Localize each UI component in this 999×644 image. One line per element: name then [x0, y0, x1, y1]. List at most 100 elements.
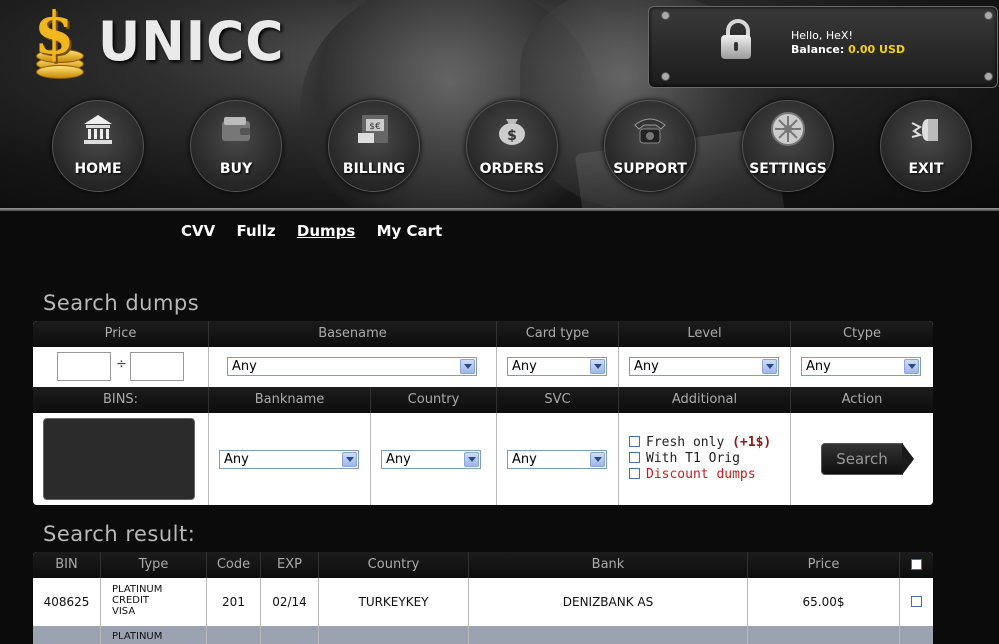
col-country: Country: [319, 552, 469, 578]
t1-orig-checkbox[interactable]: [629, 452, 640, 463]
ctype-cell: Any: [791, 347, 933, 387]
cell-exp: [261, 626, 319, 644]
card-type-cell: Any: [497, 347, 619, 387]
cell-bank: DENIZBANK AS: [469, 578, 748, 626]
results-title: Search result:: [43, 522, 196, 546]
price-min-input[interactable]: [57, 352, 111, 381]
cell-country: TURKEYKEY: [319, 578, 469, 626]
header-country: Country: [371, 387, 497, 413]
option-fresh-only: Fresh only (+1$): [629, 435, 771, 451]
nav-settings[interactable]: SETTINGS: [742, 100, 834, 192]
cell-code: [207, 626, 261, 644]
vault-dial-icon: [771, 112, 805, 146]
svc-value: Any: [512, 452, 537, 467]
cell-exp: 02/14: [261, 578, 319, 626]
cell-bin: [33, 626, 101, 644]
additional-cell: Fresh only (+1$) With T1 Orig Discount d…: [619, 413, 791, 505]
cell-price: [748, 626, 900, 644]
nav-buy[interactable]: BUY: [190, 100, 282, 192]
col-price: Price: [748, 552, 900, 578]
brand-name: UNICC: [98, 10, 285, 74]
discount-label: Discount dumps: [646, 467, 756, 482]
telephone-icon: [634, 118, 666, 144]
basename-select[interactable]: Any: [227, 357, 477, 376]
logo[interactable]: $ UNICC: [30, 0, 285, 79]
cell-bin: 408625: [33, 578, 101, 626]
row-checkbox[interactable]: [911, 596, 922, 607]
bankname-select[interactable]: Any: [219, 450, 359, 469]
level-select[interactable]: Any: [629, 357, 779, 376]
header-price: Price: [33, 321, 209, 347]
search-form: Price Basename Card type Level Ctype ÷ A…: [33, 321, 933, 505]
header-bankname: Bankname: [209, 387, 371, 413]
nav-billing[interactable]: $€ BILLING: [328, 100, 420, 192]
country-value: Any: [386, 452, 411, 467]
cell-country: [319, 626, 469, 644]
chevron-down-icon: [460, 359, 475, 374]
action-cell: Search: [791, 413, 933, 505]
user-panel: Hello, HeX! Balance: 0.00 USD: [648, 6, 998, 88]
level-value: Any: [634, 359, 659, 374]
col-type: Type: [101, 552, 207, 578]
cell-type: PLATINUM CREDIT VISA: [101, 578, 207, 626]
atm-icon: $€: [358, 115, 388, 143]
ctype-select[interactable]: Any: [801, 357, 921, 376]
balance-value: 0.00 USD: [848, 43, 906, 56]
t1-orig-label: With T1 Orig: [646, 451, 740, 466]
country-select[interactable]: Any: [381, 450, 481, 469]
col-select: [900, 552, 933, 578]
cell-bank: [469, 626, 748, 644]
bins-textarea[interactable]: [43, 418, 195, 500]
chevron-down-icon: [590, 452, 605, 467]
header-bins: BINS:: [33, 387, 209, 413]
card-type-select[interactable]: Any: [507, 357, 607, 376]
col-exp: EXP: [261, 552, 319, 578]
subnav-dumps[interactable]: Dumps: [297, 222, 355, 240]
balance: Balance: 0.00 USD: [791, 43, 905, 56]
option-discount: Discount dumps: [629, 467, 771, 483]
fresh-only-checkbox[interactable]: [629, 436, 640, 447]
money-bag-icon: $: [499, 119, 525, 145]
header-action: Action: [791, 387, 933, 413]
col-bank: Bank: [469, 552, 748, 578]
discount-checkbox[interactable]: [629, 468, 640, 479]
subnav-my-cart[interactable]: My Cart: [377, 222, 443, 240]
ctype-value: Any: [806, 359, 831, 374]
header-card-type: Card type: [497, 321, 619, 347]
svg-text:$€: $€: [369, 122, 381, 132]
select-all-checkbox[interactable]: [911, 559, 922, 570]
subnav-fullz[interactable]: Fullz: [236, 222, 275, 240]
sub-nav: CVV Fullz Dumps My Cart: [181, 222, 458, 240]
option-t1-orig: With T1 Orig: [629, 451, 771, 467]
fresh-only-label: Fresh only: [646, 435, 725, 450]
nav-exit[interactable]: EXIT: [880, 100, 972, 192]
price-separator: ÷: [116, 357, 127, 372]
nav-label: SETTINGS: [749, 161, 827, 177]
bullet-icon: [911, 119, 938, 141]
nav-home[interactable]: HOME: [52, 100, 144, 192]
svc-select[interactable]: Any: [507, 450, 607, 469]
header-banner: $ UNICC Hello, HeX! Balance: 0.00 USD HO…: [0, 0, 999, 210]
bankname-cell: Any: [209, 413, 371, 505]
nav-label: EXIT: [908, 161, 944, 177]
chevron-down-icon: [904, 359, 919, 374]
subnav-cvv[interactable]: CVV: [181, 222, 215, 240]
header-level: Level: [619, 321, 791, 347]
nav-label: SUPPORT: [613, 161, 687, 177]
fresh-only-extra: (+1$): [732, 435, 772, 450]
nav-support[interactable]: SUPPORT: [604, 100, 696, 192]
price-max-input[interactable]: [130, 352, 184, 381]
cell-code: 201: [207, 578, 261, 626]
search-button[interactable]: Search: [821, 443, 914, 475]
basename-value: Any: [232, 359, 257, 374]
nav-label: BUY: [219, 161, 253, 177]
chevron-down-icon: [464, 452, 479, 467]
chevron-down-icon: [762, 359, 777, 374]
nav-orders[interactable]: $ ORDERS: [466, 100, 558, 192]
col-code: Code: [207, 552, 261, 578]
cell-type: PLATINUM: [101, 626, 207, 644]
nav-label: BILLING: [342, 161, 406, 177]
header-basename: Basename: [209, 321, 497, 347]
dollar-coins-icon: $: [30, 0, 86, 79]
chevron-down-icon: [590, 359, 605, 374]
